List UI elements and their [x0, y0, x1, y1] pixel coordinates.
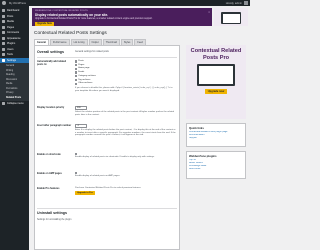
widget-title: WebberZone plugins	[189, 153, 217, 158]
add-to-label: Automatically add related posts to:	[37, 60, 67, 66]
pin-icon	[2, 14, 5, 18]
pro-features-help: Purchase Contextual Related Posts Pro to…	[75, 187, 142, 189]
promo-banner-image	[214, 8, 248, 26]
priority-input[interactable]: 999	[75, 106, 87, 110]
avatar	[244, 1, 248, 5]
checkbox-pages[interactable]: Pages	[75, 64, 177, 67]
comment-icon	[2, 31, 5, 35]
priority-help: Select the relative position of the rela…	[75, 110, 174, 116]
shortcode-field: Enable display of related posts via shor…	[75, 153, 177, 159]
settings-panel: Overall settings General settings for re…	[34, 45, 180, 250]
pro-ad-upgrade-button[interactable]: Upgrade now	[204, 89, 228, 94]
add-to-help: If you choose to disable this, please ad…	[75, 86, 173, 92]
wrench-icon	[2, 53, 5, 57]
shortcode-label: Enable on shortcode	[37, 153, 61, 156]
media-icon	[2, 20, 5, 24]
priority-field: 999 Select the relative position of the …	[75, 106, 177, 116]
plugin-icon	[2, 42, 5, 46]
widget-title: Quick links	[189, 125, 204, 130]
admin-bar: My WordPress Howdy, admin	[0, 0, 250, 6]
section-description: General settings for related posts	[75, 51, 109, 53]
checkbox-posts[interactable]: Posts	[75, 60, 177, 63]
amp-label: Enable on AMP pages	[37, 172, 62, 175]
widget-link[interactable]: Auto-Close	[189, 168, 243, 171]
admin-sidebar: Dashboard Posts Media Pages Comments App…	[0, 6, 29, 250]
shortcode-help: Enable display of related posts via shor…	[75, 156, 155, 159]
collapse-icon	[2, 102, 5, 106]
section-heading-general: Overall settings	[37, 50, 64, 54]
settings-icon	[2, 58, 5, 62]
insert-after-input[interactable]: -1	[75, 124, 87, 128]
laptop-illustration	[197, 64, 235, 86]
pro-features-label: Enable Pro features	[37, 187, 60, 190]
howdy-label: Howdy, admin	[225, 1, 242, 5]
submenu-item-related-posts[interactable]: Related Posts	[0, 96, 29, 101]
checkbox-home-page[interactable]: Home page	[75, 67, 177, 70]
settings-submenu: General Writing Reading Discussion Media…	[0, 63, 29, 101]
dashboard-icon	[2, 9, 5, 13]
insert-after-field: -1 Enter 0 to display the related posts …	[75, 124, 177, 137]
checkbox-other-archives[interactable]: Other archives	[75, 82, 177, 85]
wordpress-logo-icon[interactable]	[2, 1, 6, 5]
promo-notice: WebberZone Contextual Related Posts Disp…	[32, 8, 212, 26]
widget-link[interactable]: Support	[189, 137, 243, 140]
insert-after-help: Enter 0 to display the related posts bef…	[75, 128, 176, 137]
amp-help: Enable display of related posts on AMP p…	[75, 175, 121, 178]
page-title: Contextual Related Posts Settings	[34, 31, 107, 36]
site-name-link[interactable]: My WordPress	[9, 2, 26, 5]
quick-links-widget: Quick links Contextual Related Posts plu…	[186, 123, 246, 147]
amp-field: Enable display of related posts on AMP p…	[75, 172, 177, 178]
account-menu[interactable]: Howdy, admin	[226, 1, 248, 5]
pro-features-field: Purchase Contextual Related Posts Pro to…	[75, 187, 177, 196]
page-icon	[2, 25, 5, 29]
checkbox-feeds[interactable]: Feeds	[75, 71, 177, 74]
uninstall-description: Settings for uninstalling the plugin	[37, 219, 72, 221]
add-to-field: Posts Pages Home page Feeds Category arc…	[75, 60, 177, 92]
notice-body: Upgrade to Contextual Related Posts Pro …	[35, 18, 153, 20]
priority-label: Display location priority	[37, 106, 65, 109]
pro-ad-title: Contextual Related Posts Pro	[190, 48, 242, 61]
notice-upgrade-button[interactable]: Upgrade Now	[35, 22, 54, 26]
amp-checkbox[interactable]	[75, 172, 78, 175]
notice-eyebrow: WebberZone Contextual Related Posts	[35, 10, 88, 12]
checkbox-category-archives[interactable]: Category archives	[75, 75, 177, 78]
shortcode-checkbox[interactable]	[75, 153, 78, 156]
brush-icon	[2, 36, 5, 40]
section-heading-uninstall: Uninstall settings	[37, 211, 67, 215]
users-icon	[2, 47, 5, 51]
webberzone-plugins-widget: WebberZone plugins Top 10 Better Search …	[186, 151, 246, 179]
close-icon[interactable]: ×	[208, 10, 210, 14]
insert-after-label: Insert after paragraph number	[37, 124, 72, 127]
upgrade-to-pro-button[interactable]: Upgrade to Pro	[75, 190, 95, 196]
pro-ad-box[interactable]: Contextual Related Posts Pro Upgrade now	[186, 45, 246, 119]
collapse-menu-button[interactable]: Collapse menu	[0, 101, 29, 107]
laptop-illustration	[221, 12, 241, 24]
checkbox-tag-archives[interactable]: Tag archives	[75, 79, 177, 82]
notice-headline: Display related posts automatically on y…	[35, 13, 109, 17]
